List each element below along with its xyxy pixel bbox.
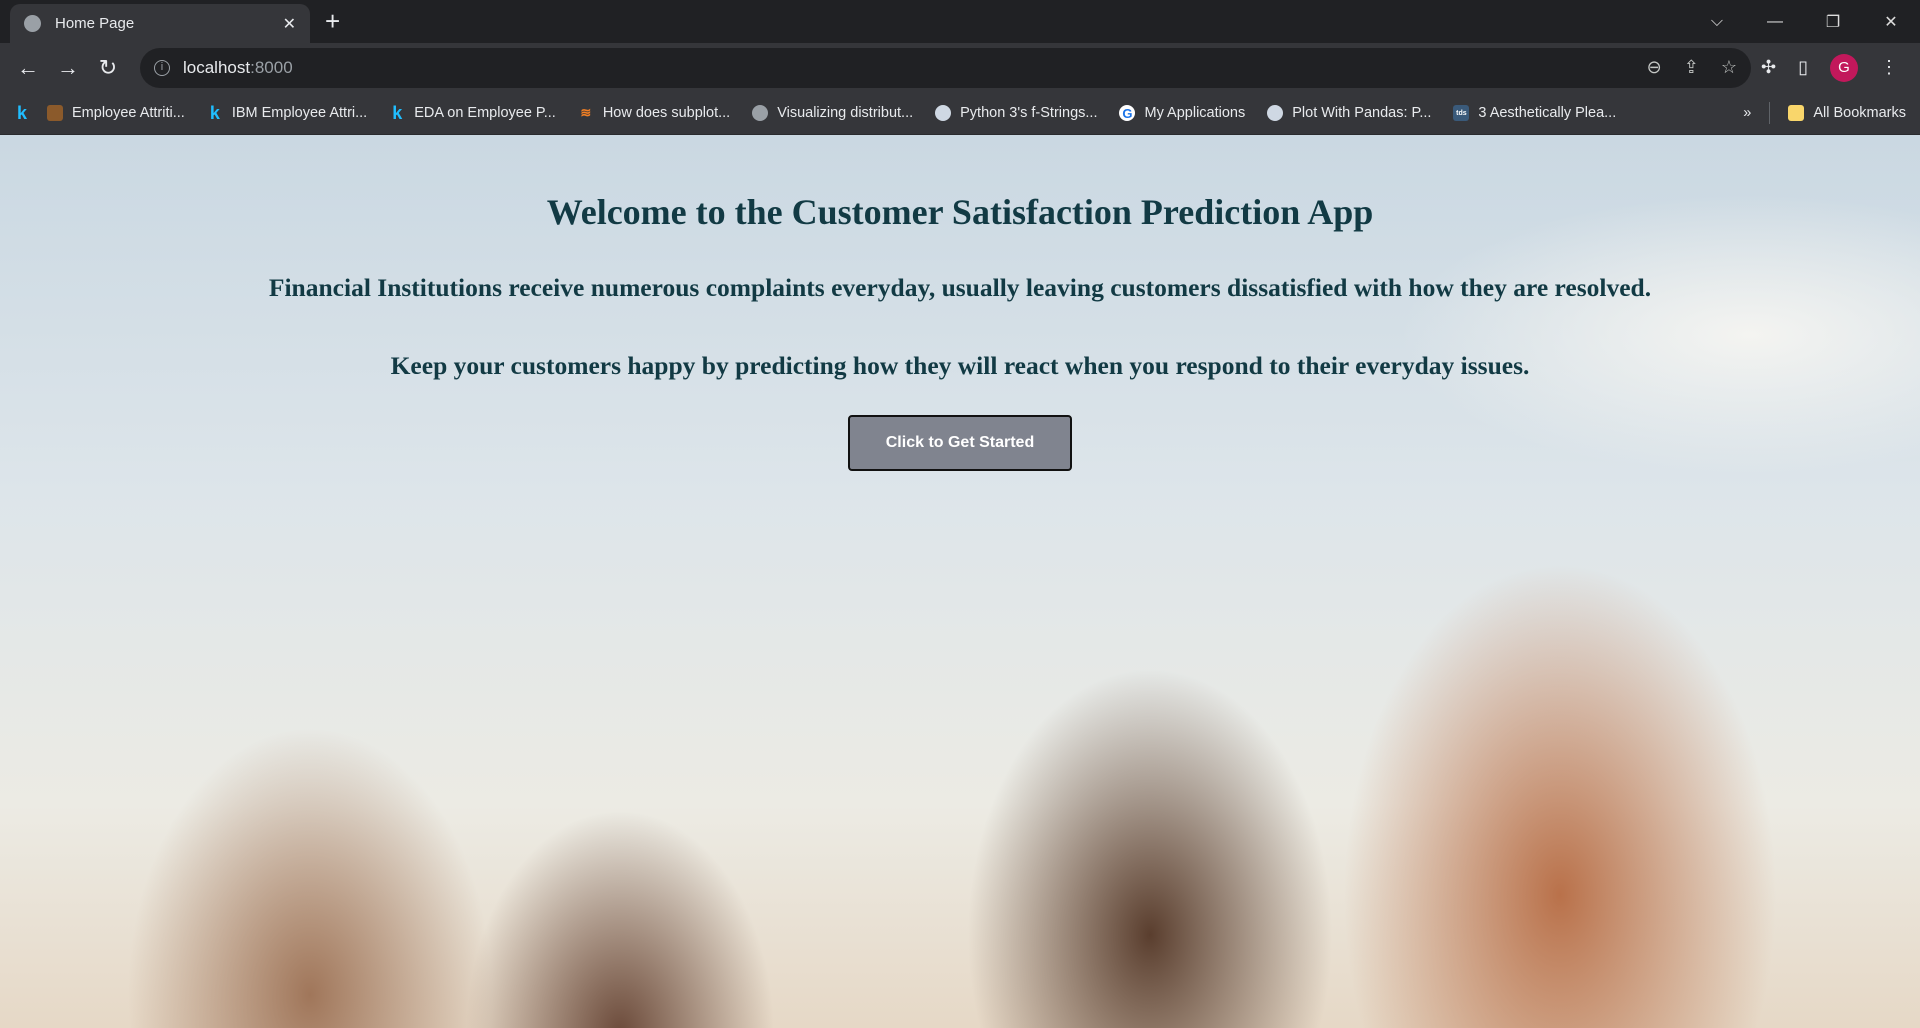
bookmark[interactable]: Visualizing distribut... (752, 105, 913, 121)
divider (1769, 102, 1771, 124)
tab-bar: Home Page ✕ + ⌵ — ❐ ✕ (0, 0, 1920, 43)
bookmark-label: 3 Aesthetically Plea... (1478, 105, 1617, 121)
bookmark[interactable]: k IBM Employee Attri... (207, 102, 368, 123)
browser-toolbar: ← → ↻ i localhost:8000 ⊖ ⇪ ☆ ✣ ▯ G ⋮ (0, 43, 1920, 92)
new-tab-button[interactable]: + (325, 6, 340, 37)
tab-search-icon[interactable]: ⌵ (1688, 13, 1746, 31)
bookmark[interactable]: Python 3's f-Strings... (935, 105, 1097, 121)
globe-icon (752, 105, 769, 121)
tab-title: Home Page (55, 15, 135, 32)
briefcase-icon (47, 105, 63, 121)
all-bookmarks-button[interactable]: All Bookmarks (1788, 105, 1906, 121)
all-bookmarks-label: All Bookmarks (1813, 105, 1906, 121)
close-tab-icon[interactable]: ✕ (283, 14, 296, 34)
bookmark[interactable]: G My Applications (1119, 105, 1245, 121)
bookmark-label: EDA on Employee P... (414, 105, 556, 121)
bookmark[interactable]: tds 3 Aesthetically Plea... (1453, 105, 1616, 121)
forward-button[interactable]: → (48, 55, 88, 81)
close-window-button[interactable]: ✕ (1862, 12, 1920, 32)
bookmark-label: Visualizing distribut... (777, 105, 914, 121)
extensions-icon[interactable]: ✣ (1761, 57, 1776, 78)
python-icon (1267, 105, 1284, 121)
info-icon[interactable]: i (154, 59, 170, 76)
bookmark-label: My Applications (1144, 105, 1246, 121)
address-bar[interactable]: i localhost:8000 ⊖ ⇪ ☆ (140, 47, 1751, 88)
kaggle-icon: k (209, 102, 220, 123)
minimize-button[interactable]: — (1746, 13, 1804, 31)
bookmark-label: Employee Attriti... (72, 105, 185, 121)
url-port: :8000 (250, 57, 293, 77)
restore-button[interactable]: ❐ (1804, 12, 1862, 32)
reload-button[interactable]: ↻ (88, 55, 128, 81)
kaggle-icon: k (16, 102, 27, 123)
google-icon: G (1119, 105, 1136, 121)
page-title: Welcome to the Customer Satisfaction Pre… (546, 192, 1374, 232)
bookmark-kaggle[interactable]: k (14, 102, 39, 123)
hero: Welcome to the Customer Satisfaction Pre… (0, 135, 1920, 471)
bookmark[interactable]: Employee Attriti... (47, 105, 185, 121)
folder-icon (1788, 105, 1805, 121)
bookmark-label: How does subplot... (602, 105, 731, 121)
subtitle-complaints: Financial Institutions receive numerous … (268, 273, 1652, 302)
bookmarks-bar: k Employee Attriti... k IBM Employee Attr… (0, 92, 1920, 135)
stackoverflow-icon: ≋ (580, 105, 592, 120)
tab-home-page[interactable]: Home Page ✕ (10, 4, 310, 43)
bookmark-label: Plot With Pandas: P... (1292, 105, 1432, 121)
bookmark[interactable]: Plot With Pandas: P... (1267, 105, 1431, 121)
bookmark-label: IBM Employee Attri... (231, 105, 368, 121)
profile-avatar[interactable]: G (1830, 53, 1858, 82)
python-icon (935, 105, 952, 121)
kaggle-icon: k (392, 102, 403, 123)
bookmark-label: Python 3's f-Strings... (960, 105, 1098, 121)
subtitle-happy-customers: Keep your customers happy by predicting … (390, 351, 1530, 380)
globe-icon (24, 15, 41, 32)
side-panel-icon[interactable]: ▯ (1798, 57, 1808, 78)
tds-icon: tds (1453, 105, 1470, 121)
bookmark[interactable]: ≋ How does subplot... (578, 105, 730, 121)
bookmark[interactable]: k EDA on Employee P... (389, 102, 556, 123)
zoom-icon[interactable]: ⊖ (1647, 57, 1662, 78)
url-host: localhost (183, 57, 251, 77)
bookmark-star-icon[interactable]: ☆ (1721, 57, 1737, 78)
back-button[interactable]: ← (8, 55, 48, 81)
get-started-button[interactable]: Click to Get Started (848, 415, 1072, 471)
bookmarks-overflow-button[interactable]: » (1743, 105, 1751, 121)
menu-icon[interactable]: ⋮ (1880, 57, 1898, 78)
page-content: Welcome to the Customer Satisfaction Pre… (0, 135, 1920, 1028)
share-icon[interactable]: ⇪ (1684, 57, 1699, 78)
